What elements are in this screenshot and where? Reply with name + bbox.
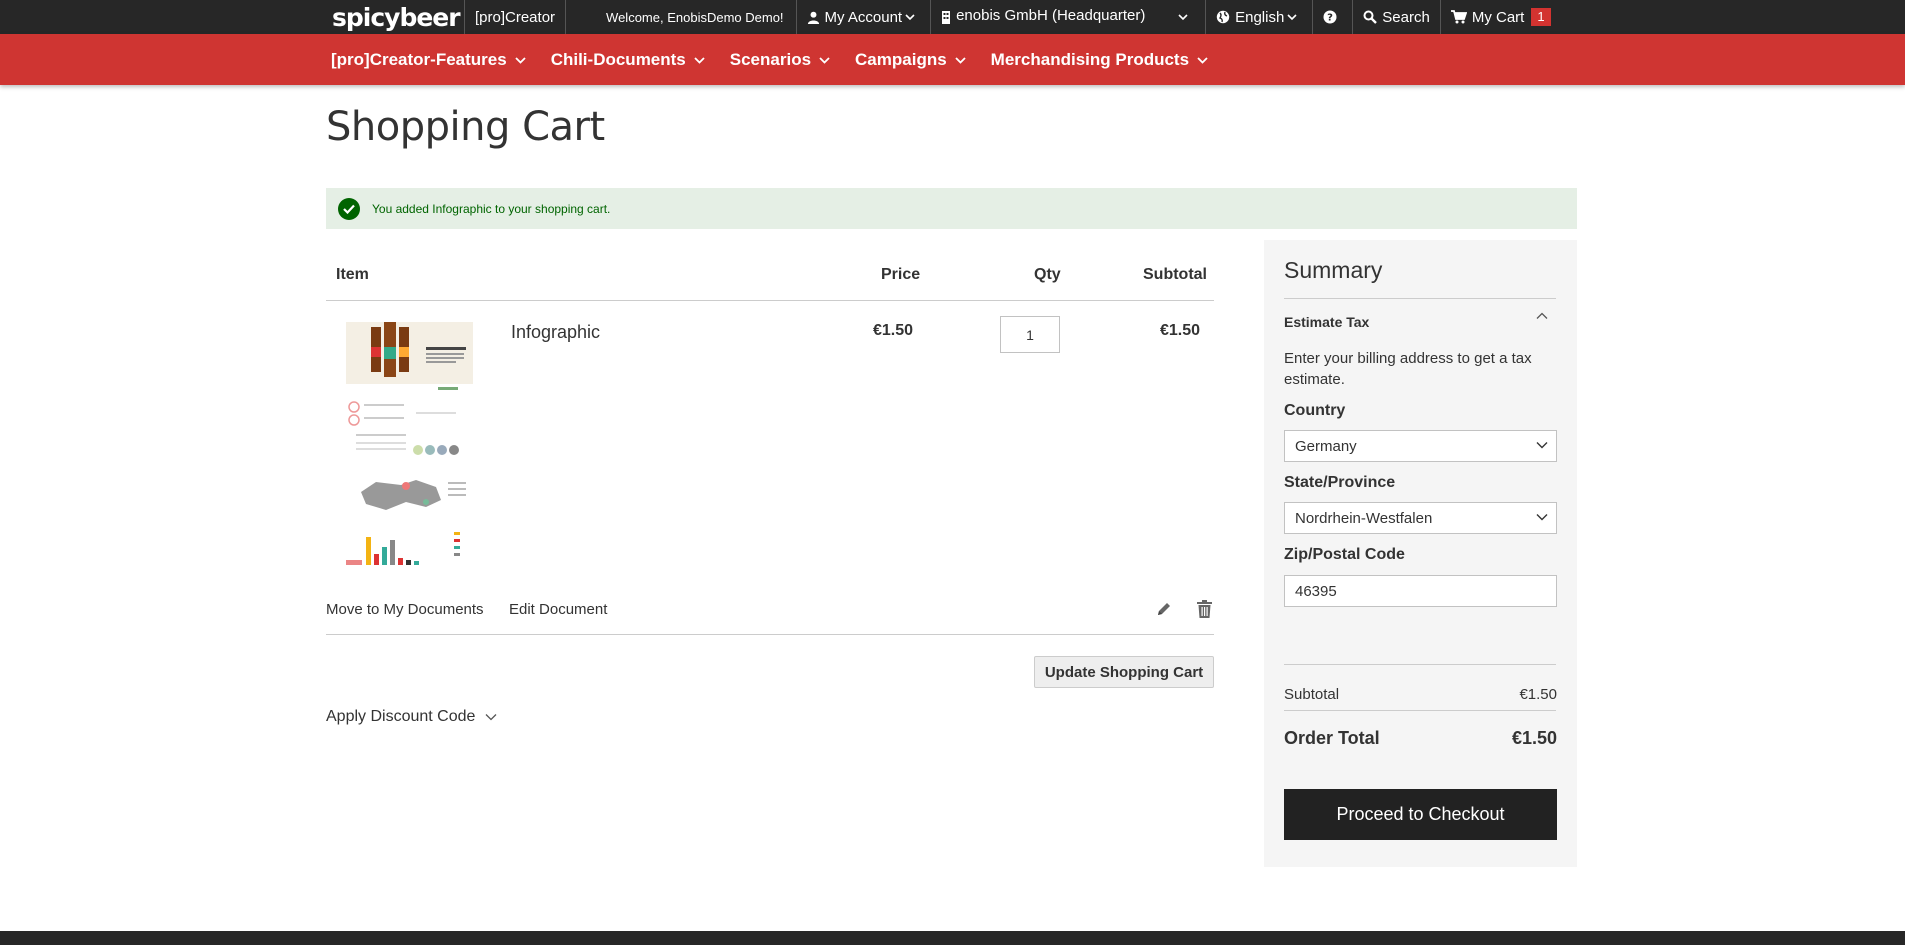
nav-item-label: Scenarios xyxy=(729,49,812,69)
chevron-down-icon xyxy=(1287,14,1297,21)
language-switcher[interactable]: English xyxy=(1205,0,1312,34)
state-label: State/Province xyxy=(1284,474,1396,491)
chevron-down-icon xyxy=(1536,514,1548,521)
estimate-tax-label: Estimate Tax xyxy=(1284,314,1370,330)
main-nav: [pro]Creator-Features Chili-Documents Sc… xyxy=(0,34,1905,85)
chevron-down-icon xyxy=(515,56,526,64)
zip-input[interactable] xyxy=(1284,575,1557,607)
order-summary: Summary Estimate Tax Enter your billing … xyxy=(1264,240,1577,867)
success-message: You added Infographic to your shopping c… xyxy=(326,188,1577,229)
company-switcher[interactable]: enobis GmbH (Headquarter) xyxy=(930,0,1205,34)
chevron-down-icon xyxy=(1197,56,1208,64)
divider xyxy=(1284,710,1556,711)
subtotal-label: Subtotal xyxy=(1284,686,1340,703)
cart-icon xyxy=(1450,10,1467,24)
col-qty: Qty xyxy=(1034,266,1061,283)
state-value: Nordrhein-Westfalen xyxy=(1295,509,1433,527)
nav-item-creator-features[interactable]: [pro]Creator-Features xyxy=(331,50,526,70)
apply-discount-label: Apply Discount Code xyxy=(326,708,476,725)
nav-item-label: Merchandising Products xyxy=(990,49,1190,69)
search-button[interactable]: Search xyxy=(1352,0,1440,34)
language-label: English xyxy=(1235,8,1285,26)
chevron-down-icon xyxy=(1536,442,1548,449)
company-label: enobis GmbH (Headquarter) xyxy=(956,6,1146,24)
order-total-value: €1.50 xyxy=(1511,728,1557,748)
nav-item-label: Campaigns xyxy=(855,49,947,69)
divider xyxy=(1284,298,1556,299)
search-label: Search xyxy=(1382,8,1430,26)
move-to-documents-link[interactable]: Move to My Documents xyxy=(326,601,484,618)
zip-label: Zip/Postal Code xyxy=(1284,546,1405,563)
user-icon xyxy=(807,11,819,24)
top-bar: spicybeer [pro]Creator Welcome, EnobisDe… xyxy=(0,0,1905,34)
summary-title: Summary xyxy=(1284,257,1383,283)
chevron-down-icon xyxy=(955,56,966,64)
my-cart-label: My Cart xyxy=(1471,8,1525,26)
cart-table-header: Item Price Qty Subtotal xyxy=(326,258,1214,301)
col-price: Price xyxy=(881,266,921,283)
nav-item-label: Chili-Documents xyxy=(550,49,686,69)
item-name-link[interactable]: Infographic xyxy=(511,322,600,343)
chevron-down-icon xyxy=(694,56,705,64)
qty-input[interactable] xyxy=(1000,316,1060,353)
page-title: Shopping Cart xyxy=(326,104,605,150)
my-account-label: My Account xyxy=(824,8,903,26)
my-account-menu[interactable]: My Account xyxy=(795,0,931,34)
logo[interactable]: spicybeer xyxy=(326,0,464,34)
col-item: Item xyxy=(336,266,369,283)
nav-item-scenarios[interactable]: Scenarios xyxy=(730,50,830,70)
country-label: Country xyxy=(1284,402,1346,419)
chevron-down-icon xyxy=(905,14,915,21)
estimate-tax-toggle[interactable]: Estimate Tax xyxy=(1284,312,1556,330)
success-message-text: You added Infographic to your shopping c… xyxy=(372,201,611,216)
cart-count-badge: 1 xyxy=(1531,8,1551,26)
update-cart-button[interactable]: Update Shopping Cart xyxy=(1034,656,1214,688)
globe-icon xyxy=(1216,10,1230,24)
search-icon xyxy=(1363,10,1378,24)
col-subtotal: Subtotal xyxy=(1143,266,1207,283)
chevron-up-icon xyxy=(1536,312,1548,319)
country-select[interactable]: Germany xyxy=(1284,430,1557,462)
footer xyxy=(0,931,1905,945)
chevron-down-icon xyxy=(819,56,830,64)
nav-item-label: [pro]Creator-Features xyxy=(331,49,507,69)
help-button[interactable]: ? xyxy=(1312,0,1352,34)
check-circle-icon xyxy=(338,197,360,220)
my-cart-button[interactable]: My Cart 1 xyxy=(1439,0,1561,34)
subtotal-value: €1.50 xyxy=(1519,686,1557,703)
pencil-icon[interactable] xyxy=(1155,600,1173,618)
proceed-to-checkout-button[interactable]: Proceed to Checkout xyxy=(1284,789,1557,840)
apply-discount-toggle[interactable]: Apply Discount Code xyxy=(326,708,497,726)
divider xyxy=(1284,664,1556,665)
trash-icon[interactable] xyxy=(1197,600,1212,618)
svg-text:?: ? xyxy=(1327,13,1333,24)
nav-item-chili-documents[interactable]: Chili-Documents xyxy=(551,50,705,70)
help-icon: ? xyxy=(1323,10,1337,24)
building-icon xyxy=(942,10,951,24)
tax-description: Enter your billing address to get a tax … xyxy=(1284,350,1532,388)
welcome-text: Welcome, EnobisDemo Demo! xyxy=(565,0,796,34)
creator-link[interactable]: [pro]Creator xyxy=(464,0,565,34)
item-subtotal: €1.50 xyxy=(1160,322,1201,339)
nav-item-merchandising-products[interactable]: Merchandising Products xyxy=(991,50,1208,70)
country-value: Germany xyxy=(1295,437,1357,455)
order-total-label: Order Total xyxy=(1284,728,1380,748)
chevron-down-icon xyxy=(1178,14,1188,21)
state-select[interactable]: Nordrhein-Westfalen xyxy=(1284,502,1557,534)
product-thumbnail[interactable] xyxy=(346,322,473,568)
item-price: €1.50 xyxy=(873,322,914,339)
chevron-down-icon xyxy=(485,714,497,721)
nav-item-campaigns[interactable]: Campaigns xyxy=(855,50,966,70)
edit-document-link[interactable]: Edit Document xyxy=(509,601,607,618)
item-actions: Move to My Documents Edit Document xyxy=(326,598,1214,635)
